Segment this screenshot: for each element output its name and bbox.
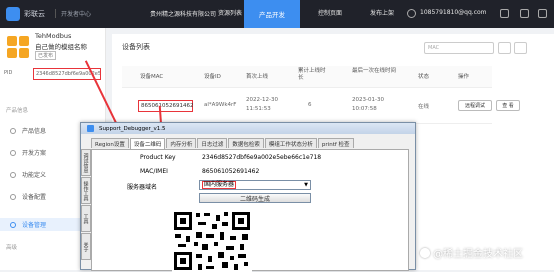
vtab-operation[interactable]: 操作工具 xyxy=(81,177,91,204)
sidebar-item-label: 产品信息 xyxy=(22,128,47,135)
vtab-about[interactable]: 关于 xyxy=(81,233,91,260)
table-header: 设备MAC 设备ID 首次上线 累计上线时长 最后一次在线时间 状态 操作 xyxy=(122,66,492,88)
page-title: 设备列表 xyxy=(122,43,150,51)
window-title: Support_Debugger_v1.5 xyxy=(99,125,166,132)
view-button[interactable]: 查 看 xyxy=(496,100,520,111)
tab-region[interactable]: Region设置 xyxy=(91,138,129,148)
device-mac[interactable]: 865061052691462 xyxy=(138,100,194,112)
last-online-time: 10:07:58 xyxy=(352,106,377,112)
refresh-button[interactable] xyxy=(514,42,527,54)
help-icon[interactable] xyxy=(538,9,547,18)
product-name: TehModbus xyxy=(35,32,72,40)
bell-icon[interactable] xyxy=(500,9,509,18)
sidebar-item-label: 设备管理 xyxy=(22,222,47,229)
col-last-online: 最后一次在线时间 xyxy=(352,68,397,74)
resource-list-link[interactable]: 资源列表 xyxy=(218,8,242,17)
app-icon xyxy=(87,125,94,132)
tab-module-status[interactable]: 模组工作状态分析 xyxy=(264,138,317,148)
nav-publish[interactable]: 发布上架 xyxy=(370,8,394,17)
vertical-tabs: 调试信息 操作工具 工具 关于 xyxy=(81,149,91,261)
nav-product-dev[interactable]: 产品开发 xyxy=(244,0,300,28)
sidebar-group-advanced: 高级 xyxy=(6,245,18,251)
mac-label: MAC/IMEI xyxy=(140,168,168,175)
qrcode-panel: Product Key 2346d8527dbf6e9a002e5ebe66c1… xyxy=(91,149,409,272)
brand-sub: 开发者中心 xyxy=(55,9,91,18)
product-icon xyxy=(7,36,29,58)
server-select[interactable]: 国内服务器 ▼ xyxy=(199,180,311,190)
col-duration: 累计上线时长 xyxy=(298,68,326,81)
vtab-debug-info[interactable]: 调试信息 xyxy=(81,149,91,176)
tab-bar: Region设置 设备二维码 内存分析 日志过滤 数据包检索 模组工作状态分析 … xyxy=(91,138,355,149)
settings-icon[interactable] xyxy=(520,9,529,18)
col-mac: 设备MAC xyxy=(140,74,164,80)
config-icon xyxy=(10,193,16,200)
server-label: 服务器域名 xyxy=(127,184,158,191)
pid-label: PID xyxy=(4,70,13,76)
last-online-date: 2023-01-30 xyxy=(352,97,384,103)
col-id: 设备ID xyxy=(204,74,221,80)
search-button[interactable] xyxy=(498,42,511,54)
tab-printf[interactable]: printf 检查 xyxy=(317,138,354,148)
generate-qrcode-button[interactable]: 二维码生成 xyxy=(199,193,311,203)
info-icon xyxy=(10,127,16,134)
search-input[interactable]: MAC xyxy=(424,42,494,54)
avatar-icon[interactable] xyxy=(407,9,416,18)
product-subname: 自己做的模组名称 xyxy=(35,43,87,51)
col-status: 状态 xyxy=(418,74,430,80)
remote-debug-button[interactable]: 远程调试 xyxy=(458,100,492,111)
tab-log-filter[interactable]: 日志过滤 xyxy=(197,138,228,148)
first-online-time: 11:51:53 xyxy=(246,106,271,112)
chevron-down-icon: ▼ xyxy=(304,182,308,188)
status-badge: 在线 xyxy=(418,104,430,110)
plan-icon xyxy=(10,149,16,156)
sidebar-item-label: 设备配置 xyxy=(22,194,47,201)
device-id: al*A9Wk4rF xyxy=(204,102,237,108)
function-icon xyxy=(10,171,16,178)
online-duration: 6 xyxy=(308,102,312,108)
debugger-window: Support_Debugger_v1.5 Region设置 设备二维码 内存分… xyxy=(80,122,416,272)
sidebar-item-label: 开发方案 xyxy=(22,150,47,157)
product-status-badge: 已发布 xyxy=(35,51,57,60)
tab-packet-search[interactable]: 数据包检索 xyxy=(228,138,264,148)
brand-name: 彩联云 xyxy=(24,10,45,18)
product-key-value[interactable]: 2346d8527dbf6e9a002e5ebe66c1e718 xyxy=(202,154,321,161)
logo xyxy=(6,7,20,21)
tab-memory[interactable]: 内存分析 xyxy=(166,138,197,148)
user-email[interactable]: 1085791810@qq.com xyxy=(420,9,487,16)
server-selected-value: 国内服务器 xyxy=(202,181,237,189)
watermark: @稀土掘金技术社区 xyxy=(420,245,523,260)
top-bar: 彩联云 开发者中心 贵州精之源科技有限公司 资源列表 产品开发 控制页面 发布上… xyxy=(0,0,554,28)
col-actions: 操作 xyxy=(458,74,470,80)
product-key-label: Product Key xyxy=(140,154,176,161)
first-online-date: 2022-12-30 xyxy=(246,97,278,103)
vtab-tools[interactable]: 工具 xyxy=(81,205,91,232)
company-name[interactable]: 贵州精之源科技有限公司 xyxy=(150,9,216,18)
nav-console[interactable]: 控制页面 xyxy=(318,8,342,17)
watermark-text: @稀土掘金技术社区 xyxy=(433,249,523,260)
qr-code xyxy=(172,210,252,272)
mac-value[interactable]: 865061052691462 xyxy=(202,168,259,175)
sidebar-group-product: 产品信息 xyxy=(6,108,29,114)
col-first-online: 首次上线 xyxy=(246,74,269,80)
sidebar-item-label: 功能定义 xyxy=(22,172,47,179)
watermark-logo-icon xyxy=(420,247,430,258)
window-title-bar[interactable]: Support_Debugger_v1.5 xyxy=(81,123,415,134)
device-icon xyxy=(10,221,16,228)
tab-qrcode[interactable]: 设备二维码 xyxy=(129,138,166,149)
